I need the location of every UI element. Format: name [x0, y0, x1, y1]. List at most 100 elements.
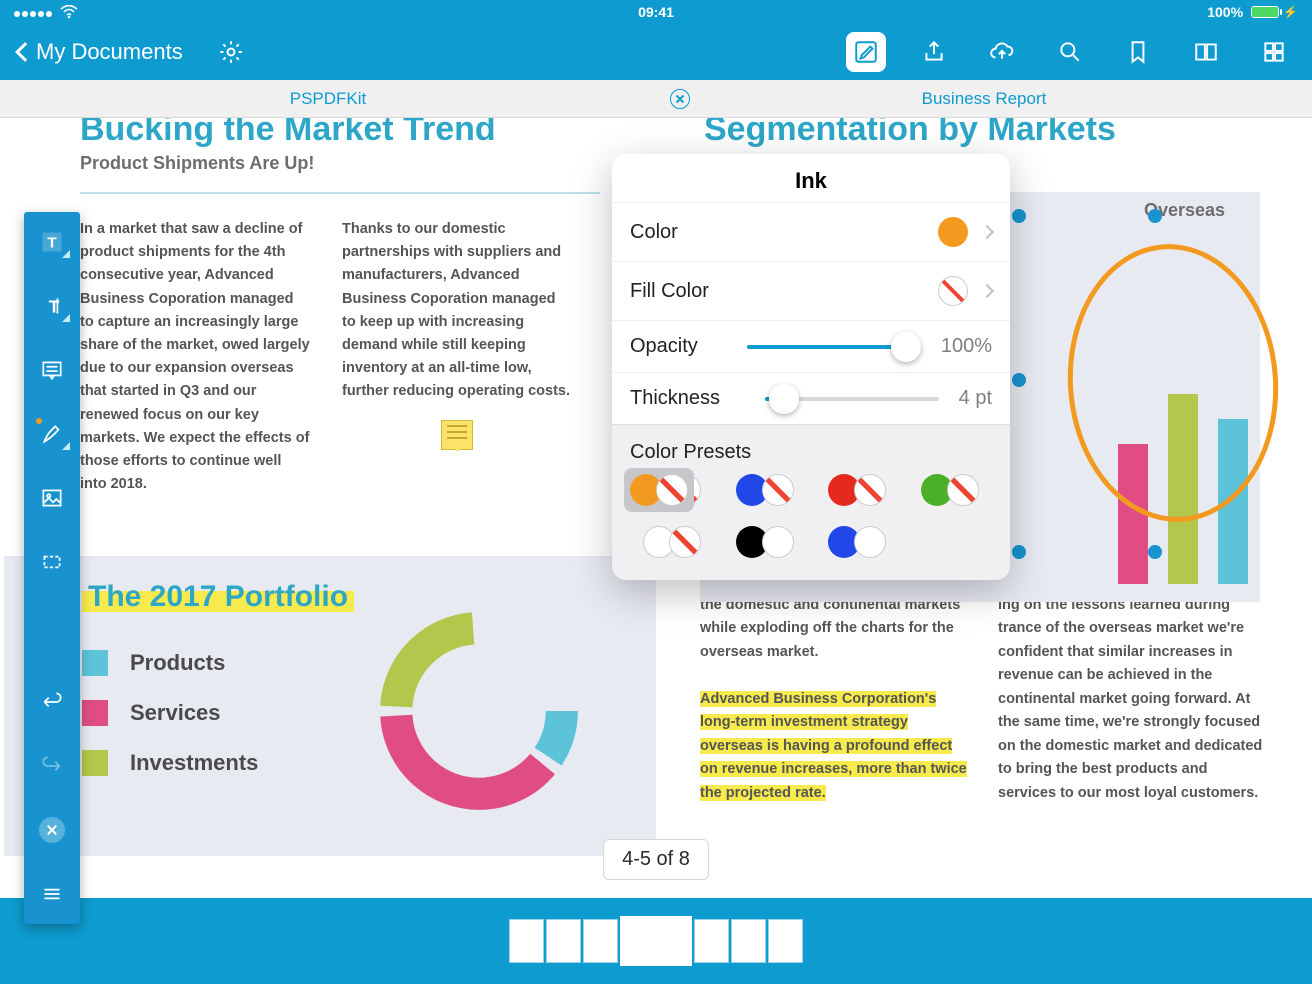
- preset-red[interactable]: [815, 474, 900, 506]
- page-thumbnail[interactable]: [768, 919, 803, 963]
- clock: 09:41: [438, 4, 875, 20]
- preset-blue[interactable]: [723, 474, 808, 506]
- row-label: Color: [630, 221, 938, 244]
- annotate-button[interactable]: [846, 32, 886, 72]
- resize-handle[interactable]: [1148, 209, 1162, 223]
- back-button[interactable]: My Documents: [18, 39, 183, 65]
- cloud-button[interactable]: [982, 32, 1022, 72]
- bookmark-button[interactable]: [1118, 32, 1158, 72]
- search-icon: [1057, 39, 1083, 65]
- note-icon: [39, 357, 65, 383]
- page-left: Bucking the Market Trend Product Shipmen…: [0, 118, 656, 898]
- page-thumbnail[interactable]: [694, 919, 729, 963]
- highlighted-text: Advanced Business Corporation's long-ter…: [700, 691, 967, 801]
- grid-icon: [1261, 39, 1287, 65]
- tab-label: Business Report: [922, 89, 1047, 109]
- row-label: Thickness: [630, 387, 755, 410]
- row-label: Fill Color: [630, 280, 938, 303]
- search-button[interactable]: [1050, 32, 1090, 72]
- preset-blue-whitefill[interactable]: [815, 526, 900, 558]
- compose-icon: [853, 39, 879, 65]
- close-toolbar-button[interactable]: [32, 812, 72, 848]
- page-thumbnail[interactable]: [731, 919, 766, 963]
- page-indicator: 4-5 of 8: [603, 839, 709, 880]
- opacity-slider[interactable]: [747, 345, 921, 349]
- gear-icon: [218, 39, 244, 65]
- chevron-left-icon: [15, 42, 35, 62]
- settings-button[interactable]: [211, 32, 251, 72]
- dashed-rect-icon: [39, 549, 65, 575]
- donut-chart: [364, 596, 594, 826]
- preset-white[interactable]: [630, 526, 715, 558]
- outline-button[interactable]: [1186, 32, 1226, 72]
- page-thumbnail[interactable]: [509, 919, 544, 963]
- page-thumbnail[interactable]: [546, 919, 581, 963]
- selection-tool[interactable]: [32, 544, 72, 580]
- thumbnails-button[interactable]: [1254, 32, 1294, 72]
- battery-icon: [1251, 6, 1279, 18]
- note-tool[interactable]: [32, 352, 72, 388]
- preset-green[interactable]: [908, 474, 993, 506]
- active-dot-icon: [36, 418, 42, 424]
- chevron-right-icon: [980, 225, 994, 239]
- portfolio-panel: The 2017 Portfolio Products Services Inv…: [4, 556, 656, 856]
- page-title: Bucking the Market Trend: [0, 118, 656, 149]
- current-page-thumbnails[interactable]: [620, 916, 692, 966]
- sticky-note-annotation[interactable]: [441, 420, 473, 450]
- redo-icon: [39, 753, 65, 779]
- bookmark-icon: [1125, 39, 1151, 65]
- resize-handle[interactable]: [1012, 209, 1026, 223]
- redo-button[interactable]: [32, 748, 72, 784]
- ink-tool[interactable]: [32, 416, 72, 452]
- annotation-toolbar: T T: [24, 212, 80, 924]
- opacity-value: 100%: [941, 335, 992, 358]
- close-tab-button[interactable]: [670, 89, 690, 109]
- resize-handle[interactable]: [1012, 545, 1026, 559]
- presets-header: Color Presets: [612, 424, 1010, 474]
- battery-text: 100%: [1207, 4, 1243, 20]
- tab-bar: PSPDFKit Business Report: [0, 80, 1312, 118]
- preset-orange-selected[interactable]: [624, 468, 694, 512]
- annotation-selection[interactable]: [1019, 216, 1291, 552]
- opacity-row: Opacity 100%: [612, 320, 1010, 372]
- body-text: In a market that saw a decline of produc…: [80, 218, 310, 496]
- tab-business-report[interactable]: Business Report: [656, 80, 1312, 117]
- body-text: Thanks to our domestic partnerships with…: [342, 218, 572, 496]
- status-bar: 09:41 100% ⚡: [0, 0, 1312, 24]
- color-presets-grid: [612, 474, 1010, 580]
- book-icon: [1193, 39, 1219, 65]
- thumbnail-bar: [0, 898, 1312, 984]
- undo-icon: [39, 689, 65, 715]
- undo-button[interactable]: [32, 684, 72, 720]
- thickness-value: 4 pt: [959, 387, 992, 410]
- share-icon: [921, 39, 947, 65]
- image-tool[interactable]: [32, 480, 72, 516]
- chevron-right-icon: [980, 284, 994, 298]
- menu-icon: [39, 881, 65, 907]
- charging-icon: ⚡: [1283, 5, 1298, 19]
- signal-icon: [14, 4, 54, 20]
- cloud-upload-icon: [989, 39, 1015, 65]
- reorder-button[interactable]: [32, 876, 72, 912]
- resize-handle[interactable]: [1148, 545, 1162, 559]
- highlighted-heading: The 2017 Portfolio: [82, 591, 354, 612]
- body-text: the domestic and continental markets whi…: [700, 594, 970, 805]
- share-button[interactable]: [914, 32, 954, 72]
- freetext-tool[interactable]: T: [32, 288, 72, 324]
- fill-color-row[interactable]: Fill Color: [612, 261, 1010, 320]
- color-swatch: [938, 217, 968, 247]
- resize-handle[interactable]: [1012, 373, 1026, 387]
- rule: [80, 192, 600, 194]
- image-icon: [39, 485, 65, 511]
- text-highlight-tool[interactable]: T: [32, 224, 72, 260]
- page-title: Segmentation by Markets: [656, 118, 1312, 149]
- preset-black-whitefill[interactable]: [723, 526, 808, 558]
- color-row[interactable]: Color: [612, 202, 1010, 261]
- wifi-icon: [60, 5, 78, 19]
- body-text: ing on the lessons learned during trance…: [998, 594, 1268, 805]
- tab-pspdfkit[interactable]: PSPDFKit: [0, 80, 656, 117]
- popover-title: Ink: [612, 154, 1010, 202]
- no-fill-swatch: [938, 276, 968, 306]
- thickness-slider[interactable]: [765, 397, 939, 401]
- page-thumbnail[interactable]: [583, 919, 618, 963]
